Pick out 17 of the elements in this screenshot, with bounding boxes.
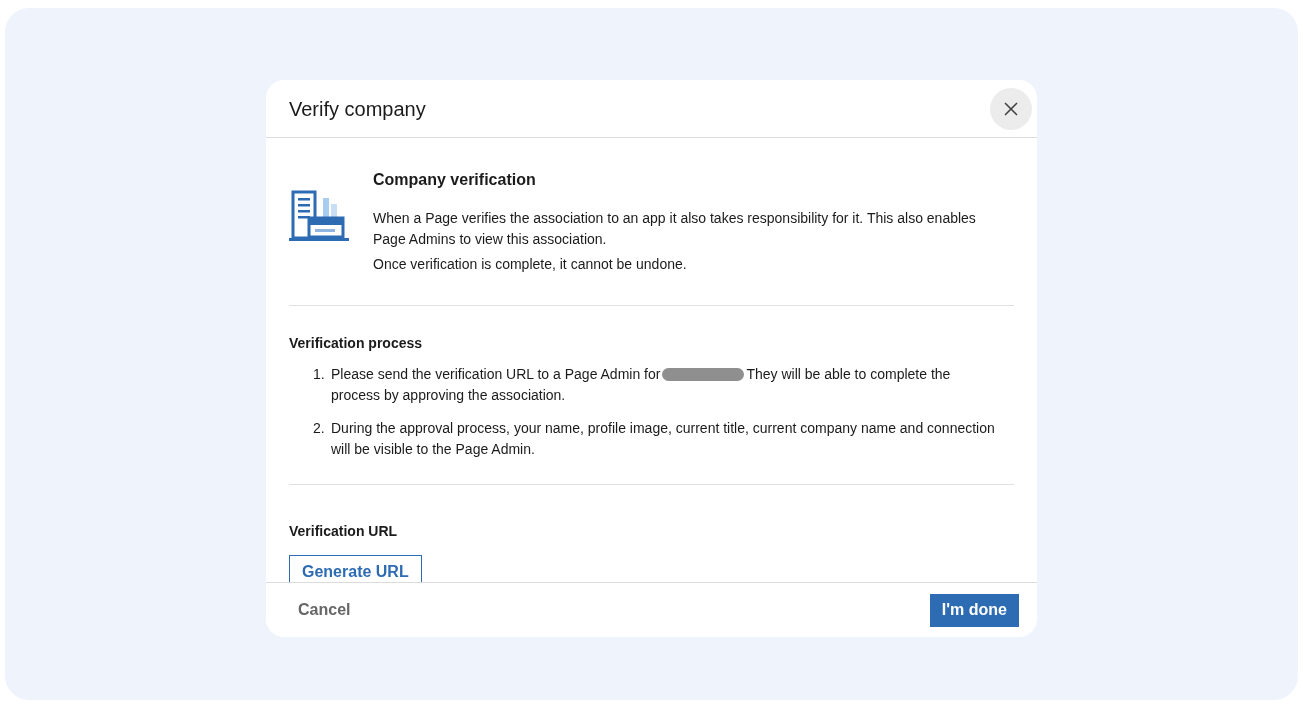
section-heading: Verification URL bbox=[289, 522, 399, 541]
step-text: During the approval process, your name, profile image, current title, current company name and connection will be visible to the Page Admin. bbox=[331, 420, 995, 457]
done-button[interactable]: I'm done bbox=[929, 593, 1019, 627]
step-number: 1. bbox=[313, 365, 326, 384]
description-text: Once verification is complete, it cannot be undone. bbox=[373, 255, 688, 274]
cancel-button[interactable]: Cancel bbox=[286, 592, 363, 628]
step-text: Please send the verification URL to a Page Admin for bbox=[331, 365, 661, 384]
section-heading: Company verification bbox=[373, 170, 537, 190]
building-icon bbox=[289, 190, 349, 242]
step-text: They will be able to complete the bbox=[746, 365, 951, 384]
dialog-title: Verify company bbox=[289, 96, 426, 122]
generate-url-button[interactable]: Generate URL bbox=[289, 555, 422, 582]
description-text: When a Page verifies the association to an app it also takes responsibility for it. This also enables Page Admins to view this association. bbox=[373, 209, 977, 249]
section-heading: Verification process bbox=[289, 334, 424, 353]
step-text: process by approving the association. bbox=[331, 386, 567, 405]
step-number: 2. bbox=[313, 419, 326, 438]
close-button[interactable] bbox=[990, 87, 1032, 130]
